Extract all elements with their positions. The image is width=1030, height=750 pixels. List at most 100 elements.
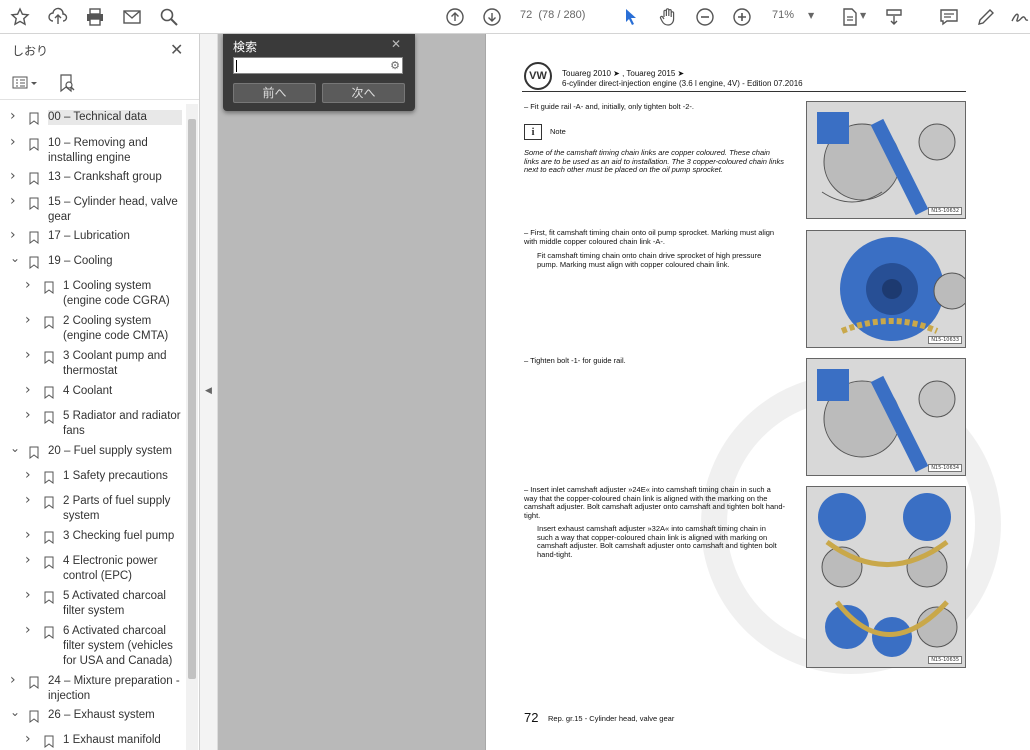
bookmark-icon [44, 531, 54, 544]
bookmark-label: 1 Cooling system (engine code CGRA) [63, 280, 170, 307]
hand-icon[interactable] [656, 5, 680, 29]
chevron-right-icon[interactable]: › [25, 468, 35, 483]
figure-tag: N15-10632 [928, 207, 962, 215]
chevron-right-icon[interactable]: › [25, 493, 35, 508]
close-icon[interactable]: ✕ [170, 40, 183, 59]
zoom-in-icon[interactable] [730, 5, 754, 29]
footer-text: Rep. gr.15 - Cylinder head, valve gear [548, 714, 675, 723]
doc-header-line1: Touareg 2010 ➤ , Touareg 2015 ➤ [562, 69, 685, 78]
chevron-right-icon[interactable]: › [10, 194, 20, 209]
chevron-right-icon[interactable]: › [25, 528, 35, 543]
bookmark-icon [44, 626, 54, 639]
bookmark-icon [29, 231, 39, 244]
cursor-icon[interactable] [619, 5, 643, 29]
bookmark-label: 2 Parts of fuel supply system [63, 495, 171, 522]
figure-tag: N15-10635 [928, 656, 962, 664]
bookmark-icon [44, 316, 54, 329]
chevron-right-icon[interactable]: › [10, 673, 20, 688]
document-viewer-background [218, 34, 485, 750]
chevron-right-icon[interactable]: › [25, 383, 35, 398]
find-title: 検索 [233, 40, 258, 54]
chevron-right-icon[interactable]: › [25, 553, 35, 568]
prev-button[interactable]: 前へ [233, 83, 316, 103]
bookmark-scrollbar[interactable] [186, 104, 198, 750]
chevron-right-icon[interactable]: › [25, 732, 35, 747]
chevron-right-icon[interactable]: › [25, 278, 35, 293]
bookmark-icon [44, 556, 54, 569]
zoom-value[interactable]: 71% [772, 9, 794, 21]
figure-camshaft-adjusters: N15-10635 [806, 486, 966, 668]
note-text: Some of the camshaft timing chain links … [524, 148, 785, 174]
vw-logo-icon: VW [524, 62, 552, 90]
chevron-down-icon[interactable]: ⌄ [10, 251, 20, 266]
comment-icon[interactable] [937, 5, 961, 29]
step-exhaust-adjuster: Insert exhaust camshaft adjuster »32A« i… [537, 524, 777, 559]
close-icon[interactable]: ✕ [391, 37, 401, 51]
bookmark-icon [44, 471, 54, 484]
bookmark-options-icon[interactable] [12, 76, 38, 90]
bookmark-icon [44, 735, 54, 748]
bookmark-label: 13 – Crankshaft group [48, 171, 162, 183]
pen-icon[interactable] [974, 5, 998, 29]
bookmark-icon [44, 496, 54, 509]
chevron-right-icon[interactable]: › [10, 109, 20, 124]
bookmark-label: 5 Radiator and radiator fans [63, 410, 181, 437]
note-icon: i [524, 124, 542, 140]
bookmark-label: 26 – Exhaust system [48, 709, 155, 721]
page-indicator[interactable]: 72 (78 / 280) [520, 9, 585, 21]
gear-icon[interactable]: ⚙ [390, 59, 400, 72]
bookmark-icon [44, 386, 54, 399]
page-number: 72 [524, 710, 539, 725]
chevron-right-icon[interactable]: › [25, 348, 35, 363]
bookmark-label: 5 Activated charcoal filter system [63, 590, 166, 617]
bookmark-label: 24 – Mixture preparation - injection [48, 675, 180, 702]
bookmark-label: 1 Exhaust manifold [63, 734, 161, 746]
bookmark-label: 17 – Lubrication [48, 230, 130, 242]
bookmark-icon [29, 256, 39, 269]
chevron-down-icon[interactable]: ⌄ [10, 705, 20, 720]
chevron-down-icon[interactable]: ⌄ [10, 441, 20, 456]
zoom-out-icon[interactable] [693, 5, 717, 29]
bookmark-label: 2 Cooling system (engine code CMTA) [63, 315, 169, 342]
bookmark-icon [44, 591, 54, 604]
scroll-icon[interactable] [882, 5, 906, 29]
pdf-page: VW Touareg 2010 ➤ , Touareg 2015 ➤ 6-cyl… [485, 34, 1030, 750]
print-icon[interactable] [83, 5, 107, 29]
bookmark-list: › 00 – Technical data › 10 – Removing and i… [0, 104, 186, 750]
bookmark-label: 10 – Removing and installing engine [48, 137, 148, 164]
bookmark-icon [44, 351, 54, 364]
chevron-right-icon[interactable]: › [25, 408, 35, 423]
step-oil-pump: – First, fit camshaft timing chain onto … [524, 228, 775, 246]
bookmark-icon [44, 411, 54, 424]
chevron-right-icon[interactable]: › [10, 135, 20, 150]
star-icon[interactable] [8, 5, 32, 29]
bookmark-label: 15 – Cylinder head, valve gear [48, 196, 178, 223]
next-button[interactable]: 次へ [322, 83, 405, 103]
page-fit-dropdown-icon[interactable]: ▼ [860, 11, 866, 20]
chevron-right-icon[interactable]: › [25, 313, 35, 328]
chevron-right-icon[interactable]: › [10, 228, 20, 243]
bookmark-icon [29, 197, 39, 210]
zoom-search-icon[interactable] [157, 5, 181, 29]
sign-icon[interactable] [1008, 5, 1030, 29]
arrow-up-icon[interactable] [443, 5, 467, 29]
chevron-right-icon[interactable]: › [10, 169, 20, 184]
mail-icon[interactable] [120, 5, 144, 29]
zoom-dropdown-icon[interactable]: ▼ [808, 11, 814, 20]
page-fit-icon[interactable] [838, 5, 862, 29]
text-caret [236, 60, 237, 72]
main-toolbar: 72 (78 / 280) 71% ▼ ▼ [0, 0, 1030, 34]
bookmark-icon [29, 446, 39, 459]
search-input[interactable]: ⚙ [233, 57, 403, 74]
bookmarks-title: しおり [12, 44, 49, 58]
bookmark-label: 4 Coolant [63, 385, 113, 397]
chevron-left-icon[interactable]: ◀ [205, 386, 212, 396]
arrow-down-icon[interactable] [480, 5, 504, 29]
bookmark-label: 6 Activated charcoal filter system (vehi… [63, 625, 173, 667]
find-bookmark-icon[interactable] [58, 73, 76, 93]
upload-icon[interactable] [46, 5, 70, 29]
scrollbar-thumb[interactable] [188, 119, 196, 679]
panel-collapse-handle[interactable]: ◀ [200, 34, 218, 750]
chevron-right-icon[interactable]: › [25, 588, 35, 603]
chevron-right-icon[interactable]: › [25, 623, 35, 638]
